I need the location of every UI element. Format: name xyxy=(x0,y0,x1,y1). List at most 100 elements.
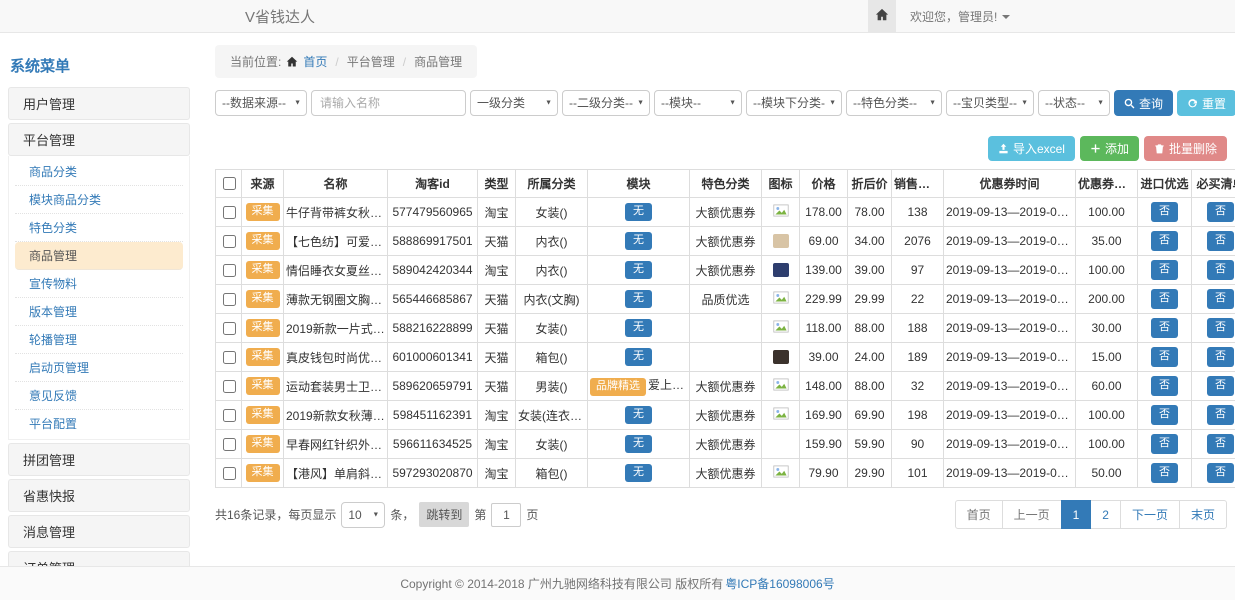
must-buy-button[interactable]: 否 xyxy=(1207,231,1234,250)
batch-delete-button[interactable]: 批量删除 xyxy=(1144,136,1227,161)
sidebar-sub-item[interactable]: 商品管理 xyxy=(15,242,183,270)
sidebar-section-item[interactable]: 平台管理 xyxy=(8,123,190,156)
sidebar-sub-item[interactable]: 平台配置 xyxy=(15,410,183,437)
sidebar-section-item[interactable]: 消息管理 xyxy=(8,515,190,548)
sidebar-sub-item[interactable]: 特色分类 xyxy=(15,214,183,242)
broken-image-icon xyxy=(773,467,789,481)
page-button[interactable]: 2 xyxy=(1090,500,1121,529)
sidebar-section-item[interactable]: 拼团管理 xyxy=(8,443,190,476)
user-menu[interactable]: 欢迎您，管理员! xyxy=(896,8,1024,25)
sidebar-sub-item[interactable]: 商品分类 xyxy=(15,158,183,186)
row-checkbox[interactable] xyxy=(223,409,236,422)
import-select-button[interactable]: 否 xyxy=(1151,463,1178,482)
jump-button[interactable]: 跳转到 xyxy=(419,502,469,527)
sidebar-section-item[interactable]: 省惠快报 xyxy=(8,479,190,512)
sidebar-section-item[interactable]: 用户管理 xyxy=(8,87,190,120)
page-button[interactable]: 末页 xyxy=(1179,500,1227,529)
price-cell: 159.90 xyxy=(800,430,848,459)
source-badge: 采集 xyxy=(246,232,280,249)
filter-select[interactable]: --二级分类-- xyxy=(562,90,650,116)
sidebar-sub-item[interactable]: 意见反馈 xyxy=(15,382,183,410)
feature-category-cell: 大额优惠券 xyxy=(690,256,762,285)
row-checkbox[interactable] xyxy=(223,322,236,335)
page-size-select[interactable]: 10 xyxy=(341,502,385,528)
source-badge: 采集 xyxy=(246,377,280,394)
row-checkbox[interactable] xyxy=(223,235,236,248)
row-checkbox[interactable] xyxy=(223,206,236,219)
page-button[interactable]: 首页 xyxy=(955,500,1003,529)
must-buy-button[interactable]: 否 xyxy=(1207,434,1234,453)
filter-select[interactable]: --状态-- xyxy=(1038,90,1110,116)
must-buy-button[interactable]: 否 xyxy=(1207,405,1234,424)
sidebar-sub-item[interactable]: 版本管理 xyxy=(15,298,183,326)
home-button[interactable] xyxy=(868,0,896,33)
search-button[interactable]: 查询 xyxy=(1114,90,1173,116)
import-select-button[interactable]: 否 xyxy=(1151,202,1178,221)
source-badge: 采集 xyxy=(246,261,280,278)
import-select-button[interactable]: 否 xyxy=(1151,289,1178,308)
sidebar-sub-item[interactable]: 宣传物料 xyxy=(15,270,183,298)
import-select-button[interactable]: 否 xyxy=(1151,347,1178,366)
import-select-button[interactable]: 否 xyxy=(1151,231,1178,250)
discount-price-cell: 69.90 xyxy=(848,401,892,430)
filter-select[interactable]: --模块下分类-- xyxy=(746,90,842,116)
row-checkbox[interactable] xyxy=(223,438,236,451)
discount-price-cell: 59.90 xyxy=(848,430,892,459)
select-all-checkbox[interactable] xyxy=(223,177,236,190)
filter-select[interactable]: --模块-- xyxy=(654,90,742,116)
row-select-cell xyxy=(216,343,242,372)
filter-select[interactable]: --宝贝类型-- xyxy=(946,90,1034,116)
must-buy-button[interactable]: 否 xyxy=(1207,463,1234,482)
sidebar-sub-item[interactable]: 启动页管理 xyxy=(15,354,183,382)
row-checkbox[interactable] xyxy=(223,293,236,306)
row-checkbox[interactable] xyxy=(223,467,236,480)
import-select-button[interactable]: 否 xyxy=(1151,318,1178,337)
import-select-button[interactable]: 否 xyxy=(1151,260,1178,279)
category-cell: 内衣(文胸) xyxy=(516,285,588,314)
type-cell: 淘宝 xyxy=(478,459,516,488)
icp-link[interactable]: 粤ICP备16098006号 xyxy=(725,575,834,592)
import-select-button[interactable]: 否 xyxy=(1151,405,1178,424)
price-cell: 79.90 xyxy=(800,459,848,488)
coupon-amount-cell: 100.00 xyxy=(1076,256,1138,285)
import-select-button[interactable]: 否 xyxy=(1151,434,1178,453)
row-checkbox[interactable] xyxy=(223,351,236,364)
must-buy-button[interactable]: 否 xyxy=(1207,318,1234,337)
must-buy-button-cell: 否 xyxy=(1192,430,1235,459)
sidebar-sub-item[interactable]: 模块商品分类 xyxy=(15,186,183,214)
must-buy-button[interactable]: 否 xyxy=(1207,347,1234,366)
page-button[interactable]: 下一页 xyxy=(1120,500,1180,529)
module-badge: 无 xyxy=(625,290,652,307)
app-title: V省钱达人 xyxy=(245,6,315,27)
page-button[interactable]: 上一页 xyxy=(1002,500,1062,529)
must-buy-button-cell: 否 xyxy=(1192,372,1235,401)
copyright-text: Copyright © 2014-2018 广州九驰网络科技有限公司 版权所有 xyxy=(400,575,723,592)
reset-button[interactable]: 重置 xyxy=(1177,90,1235,116)
name-search-input[interactable] xyxy=(311,90,466,116)
filter-select[interactable]: 一级分类 xyxy=(470,90,558,116)
add-button[interactable]: 添加 xyxy=(1080,136,1139,161)
feature-category-cell: 大额优惠券 xyxy=(690,198,762,227)
column-header: 名称 xyxy=(284,170,388,198)
row-checkbox[interactable] xyxy=(223,380,236,393)
plus-icon xyxy=(1090,143,1101,154)
import-excel-button[interactable]: 导入excel xyxy=(988,136,1075,161)
row-checkbox[interactable] xyxy=(223,264,236,277)
must-buy-button[interactable]: 否 xyxy=(1207,260,1234,279)
import-select-button-cell: 否 xyxy=(1138,314,1192,343)
feature-category-cell: 大额优惠券 xyxy=(690,372,762,401)
must-buy-button[interactable]: 否 xyxy=(1207,376,1234,395)
sidebar-sub-item[interactable]: 轮播管理 xyxy=(15,326,183,354)
coupon-time-cell: 2019-09-13—2019-09-18 xyxy=(944,227,1076,256)
filter-select[interactable]: --数据来源-- xyxy=(215,90,307,116)
import-select-button[interactable]: 否 xyxy=(1151,376,1178,395)
page-number-input[interactable] xyxy=(491,503,521,527)
must-buy-button[interactable]: 否 xyxy=(1207,289,1234,308)
must-buy-button[interactable]: 否 xyxy=(1207,202,1234,221)
coupon-time-cell: 2019-09-13—2019-09-20 xyxy=(944,256,1076,285)
page-button[interactable]: 1 xyxy=(1061,500,1092,529)
breadcrumb-home-link[interactable]: 首页 xyxy=(303,53,327,70)
sidebar-section-item[interactable]: 订单管理 xyxy=(8,551,190,566)
filter-select[interactable]: --特色分类-- xyxy=(846,90,942,116)
sales-count-cell: 90 xyxy=(892,430,944,459)
